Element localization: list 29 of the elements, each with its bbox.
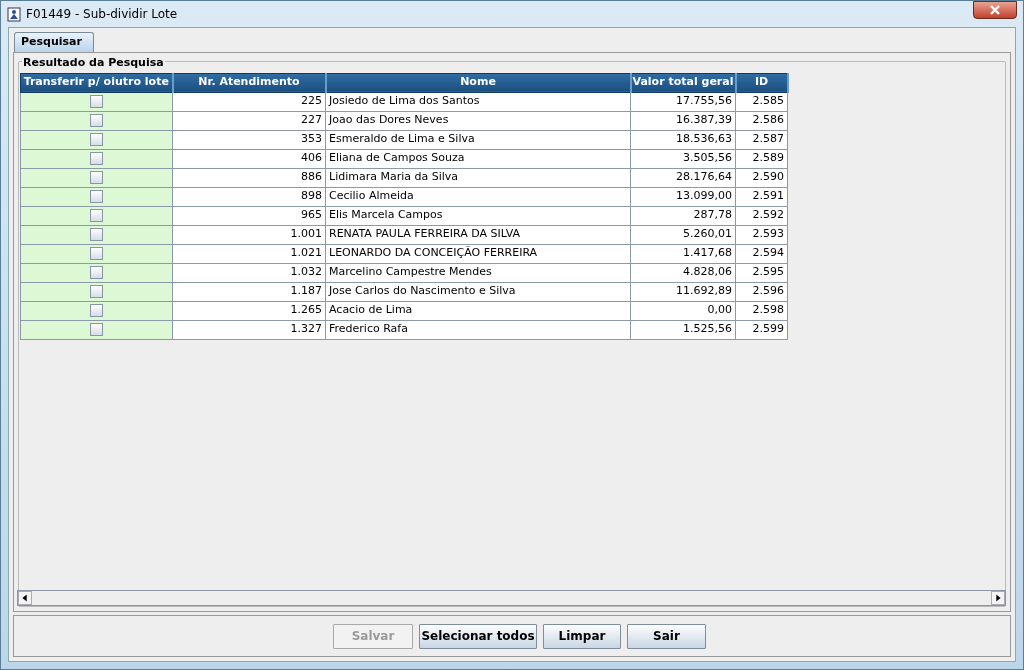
column-header[interactable]: Nome [325,73,631,92]
column-header[interactable]: Transferir p/ oiutro lote [20,73,173,92]
checkbox[interactable] [90,265,103,279]
app-icon [7,6,21,22]
checkbox[interactable] [90,284,103,298]
checkbox[interactable] [90,189,103,203]
checkbox[interactable] [90,322,103,336]
tab[interactable]: Pesquisar [14,32,94,52]
checkbox[interactable] [90,113,103,127]
checkbox[interactable] [90,170,103,184]
scroll-right-icon[interactable] [991,591,1005,605]
column-header[interactable]: Valor total geral [630,73,736,92]
checkbox[interactable] [90,132,103,146]
close-button[interactable] [973,1,1017,19]
column-header[interactable]: ID [735,73,788,92]
checkbox[interactable] [90,246,103,260]
dialog-button[interactable]: Selecionar todos [419,623,537,649]
column-header[interactable]: Nr. Atendimento [172,73,326,92]
checkbox[interactable] [90,303,103,317]
checkbox[interactable] [90,208,103,222]
dialog-button[interactable]: Sair [627,623,706,649]
window-title: F01449 - Sub-dividir Lote [26,6,178,23]
horizontal-scrollbar[interactable] [17,590,1006,606]
dialog-button[interactable]: Limpar [543,623,621,649]
scroll-left-icon[interactable] [18,591,32,605]
checkbox[interactable] [90,227,103,241]
checkbox[interactable] [90,151,103,165]
close-icon [989,5,1001,15]
checkbox[interactable] [90,94,103,108]
